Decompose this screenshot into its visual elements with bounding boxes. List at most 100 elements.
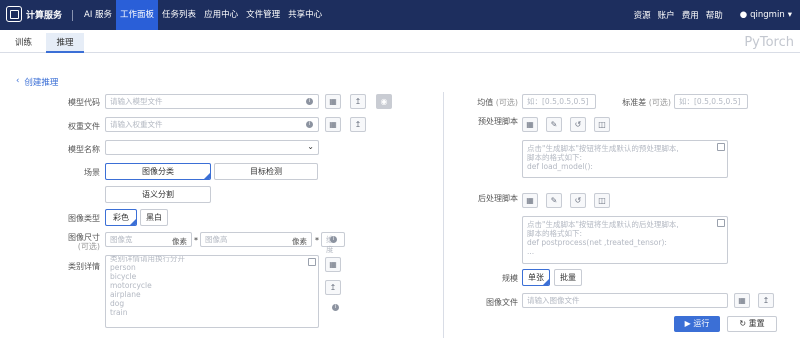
script-hint: 点击"生成脚本"按钮将生成默认的预处理脚本, bbox=[527, 144, 679, 153]
category-item: motorcycle bbox=[110, 281, 152, 290]
weights-input[interactable]: 请输入权重文件 bbox=[105, 117, 319, 132]
nav-billing[interactable]: 费用 bbox=[682, 9, 699, 21]
height-unit: 像素 bbox=[292, 237, 307, 246]
scene-label: 场景 bbox=[84, 168, 100, 177]
category-item: dog bbox=[110, 299, 125, 308]
play-icon: ▶ bbox=[684, 319, 691, 328]
save-icon[interactable]: ◫ bbox=[594, 193, 610, 208]
nav-app-center[interactable]: 应用中心 bbox=[200, 0, 242, 30]
app-name: 计算服务 bbox=[26, 10, 63, 21]
weights-label: 权重文件 bbox=[68, 122, 100, 131]
save-icon[interactable]: ◫ bbox=[594, 117, 610, 132]
script-hint: 点击"生成脚本"按钮将生成默认的后处理脚本, bbox=[527, 220, 679, 229]
nav-file-manager[interactable]: 文件管理 bbox=[242, 0, 284, 30]
image-file-input[interactable]: 请输入图像文件 bbox=[522, 293, 728, 308]
nav-task-list[interactable]: 任务列表 bbox=[158, 0, 200, 30]
model-code-input[interactable]: 请输入模型文件 bbox=[105, 94, 319, 109]
select-file-button[interactable]: ▦ bbox=[325, 94, 341, 109]
user-menu[interactable]: ● qingmin ▾ bbox=[740, 10, 792, 20]
category-item: person bbox=[110, 263, 136, 272]
back-label: 创建推理 bbox=[24, 78, 59, 88]
edit-script-button[interactable]: ✎ bbox=[546, 117, 562, 132]
script-hint: def postprocess(net ,treated_tensor): bbox=[527, 238, 667, 247]
multiply-sign: * bbox=[315, 236, 319, 245]
mean-label: 均值 (可选) bbox=[477, 98, 518, 107]
top-right-menu: 资源 账户 费用 帮助 ● qingmin ▾ bbox=[634, 0, 792, 30]
reset-button[interactable]: ↻ 重置 bbox=[727, 316, 777, 332]
info-icon: i bbox=[332, 304, 339, 311]
info-icon: i bbox=[306, 98, 313, 105]
std-input[interactable]: 如：[0.5,0.5,0.5] bbox=[674, 94, 748, 109]
expand-icon[interactable] bbox=[717, 143, 725, 151]
username: qingmin bbox=[750, 10, 785, 20]
select-file-button[interactable]: ▦ bbox=[325, 257, 341, 272]
mode-tabs: 训练 推理 bbox=[0, 33, 800, 53]
model-name-select[interactable]: ⌄ bbox=[105, 140, 319, 155]
category-item: bicycle bbox=[110, 272, 137, 281]
scene-option-classification[interactable]: 图像分类 bbox=[105, 163, 211, 180]
info-icon: i bbox=[306, 121, 313, 128]
generate-script-button[interactable]: ▦ bbox=[522, 193, 538, 208]
chevron-left-icon: ‹ bbox=[16, 76, 20, 86]
expand-icon[interactable] bbox=[308, 258, 316, 266]
info-icon: i bbox=[330, 236, 337, 243]
model-code-label: 模型代码 bbox=[68, 98, 100, 107]
upload-button[interactable]: ↥ bbox=[758, 293, 774, 308]
script-hint: 脚本的格式如下: bbox=[527, 153, 583, 162]
category-item: airplane bbox=[110, 290, 141, 299]
upload-button[interactable]: ↥ bbox=[350, 94, 366, 109]
generate-script-button[interactable]: ▦ bbox=[522, 117, 538, 132]
undo-icon[interactable]: ↺ bbox=[570, 117, 586, 132]
post-script-textarea[interactable]: 点击"生成脚本"按钮将生成默认的后处理脚本, 脚本的格式如下: def post… bbox=[522, 216, 728, 264]
main-nav: AI 服务 工作面板 任务列表 应用中心 文件管理 共享中心 bbox=[80, 0, 326, 30]
image-file-label: 图像文件 bbox=[486, 298, 518, 307]
column-divider bbox=[443, 92, 444, 338]
nav-help[interactable]: 帮助 bbox=[706, 9, 723, 21]
script-hint: def load_model(): bbox=[527, 162, 593, 171]
expand-icon[interactable] bbox=[717, 219, 725, 227]
select-file-button[interactable]: ▦ bbox=[734, 293, 750, 308]
scale-single[interactable]: 单张 bbox=[522, 269, 550, 286]
reset-icon: ↻ bbox=[739, 319, 747, 328]
tab-train[interactable]: 训练 bbox=[15, 33, 32, 53]
scene-option-detection[interactable]: 目标检测 bbox=[214, 163, 318, 180]
script-hint: ... bbox=[527, 171, 535, 178]
nav-ai-service[interactable]: AI 服务 bbox=[80, 0, 116, 30]
upload-button[interactable]: ↥ bbox=[350, 117, 366, 132]
pre-script-label: 预处理脚本 bbox=[478, 117, 518, 126]
nav-divider bbox=[72, 10, 73, 21]
run-label: 运行 bbox=[693, 319, 710, 328]
image-type-color[interactable]: 彩色 bbox=[105, 209, 137, 226]
multiply-sign: * bbox=[194, 236, 198, 245]
image-size-optional: (可选) bbox=[77, 242, 100, 251]
undo-icon[interactable]: ↺ bbox=[570, 193, 586, 208]
tab-inference[interactable]: 推理 bbox=[46, 33, 84, 53]
std-label: 标准差 (可选) bbox=[622, 98, 671, 107]
pre-script-textarea[interactable]: 点击"生成脚本"按钮将生成默认的预处理脚本, 脚本的格式如下: def load… bbox=[522, 140, 728, 178]
scale-label: 规模 bbox=[502, 274, 518, 283]
back-link[interactable]: ‹ 创建推理 bbox=[16, 76, 58, 88]
image-type-gray[interactable]: 黑白 bbox=[140, 209, 168, 226]
nav-resources[interactable]: 资源 bbox=[634, 9, 651, 21]
run-button[interactable]: ▶ 运行 bbox=[674, 316, 720, 332]
category-item: train bbox=[110, 308, 128, 317]
nav-workspace[interactable]: 工作面板 bbox=[116, 0, 159, 30]
preview-eye-button[interactable]: ◉ bbox=[376, 94, 392, 109]
edit-script-button[interactable]: ✎ bbox=[546, 193, 562, 208]
scene-option-segmentation[interactable]: 语义分割 bbox=[105, 186, 211, 203]
script-hint: ... bbox=[527, 247, 535, 256]
top-navbar: 计算服务 AI 服务 工作面板 任务列表 应用中心 文件管理 共享中心 资源 账… bbox=[0, 0, 800, 30]
app-logo[interactable]: 计算服务 bbox=[6, 6, 62, 22]
nav-account[interactable]: 账户 bbox=[658, 9, 675, 21]
image-type-label: 图像类型 bbox=[68, 214, 100, 223]
caret-down-icon: ▾ bbox=[787, 10, 792, 20]
category-hint: 类别详情请用换行分开 bbox=[110, 255, 185, 263]
categories-textarea[interactable]: 类别详情请用换行分开 person bicycle motorcycle air… bbox=[105, 255, 319, 328]
nav-share-center[interactable]: 共享中心 bbox=[284, 0, 326, 30]
post-script-label: 后处理脚本 bbox=[478, 194, 518, 203]
chevron-down-icon: ⌄ bbox=[307, 142, 314, 151]
mean-input[interactable]: 如：[0.5,0.5,0.5] bbox=[522, 94, 596, 109]
select-file-button[interactable]: ▦ bbox=[325, 117, 341, 132]
upload-button[interactable]: ↥ bbox=[325, 280, 341, 295]
scale-batch[interactable]: 批量 bbox=[554, 269, 582, 286]
